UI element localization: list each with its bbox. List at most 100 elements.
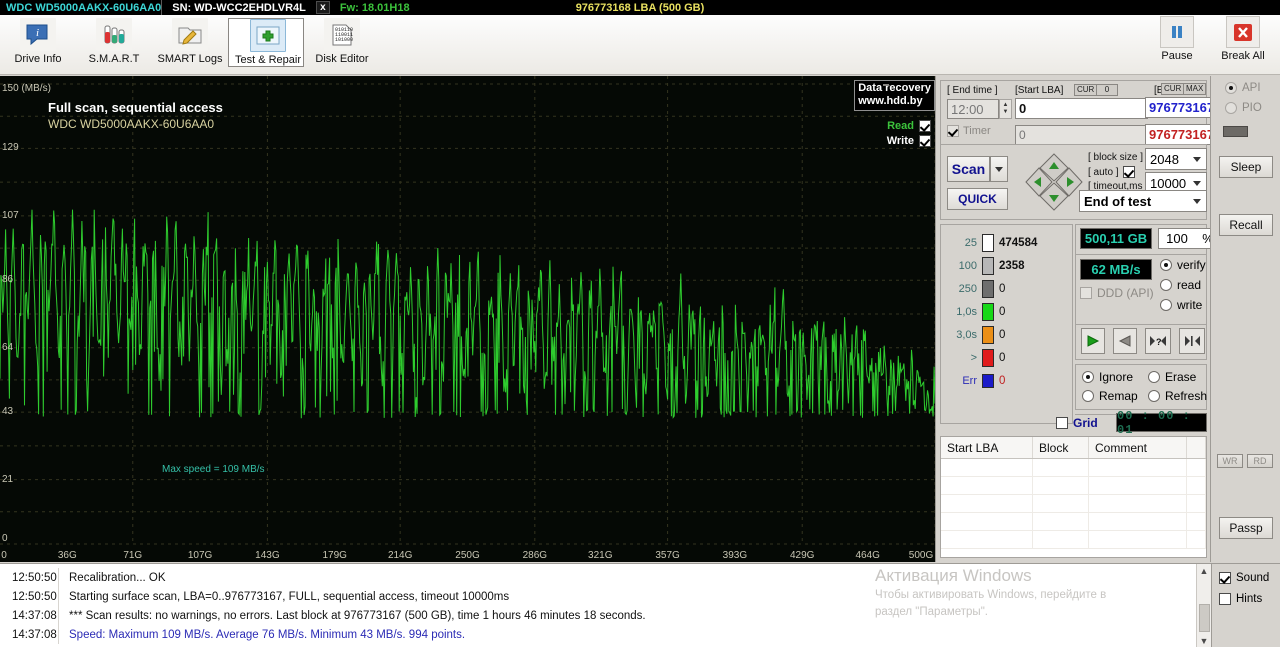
table-row[interactable] (941, 477, 1206, 495)
toolbar-label-test-repair: Test & Repair (234, 54, 302, 66)
ddd-checkbox[interactable] (1080, 287, 1092, 299)
end-lba-cur-button[interactable]: CUR (1161, 83, 1185, 95)
log-panel[interactable]: Активация Windows Чтобы активировать Win… (0, 563, 1211, 647)
toolbar-button-pause[interactable]: Pause (1144, 16, 1210, 62)
passp-button[interactable]: Passp (1219, 517, 1273, 539)
timer-checkbox[interactable] (947, 125, 959, 137)
hdd-by-logo[interactable]: Data recovery www.hdd.by (854, 80, 935, 111)
mode-verify[interactable]: verify (1160, 258, 1206, 272)
scan-dropdown-button[interactable] (990, 156, 1008, 182)
scan-graph[interactable]: 0 21 43 64 86 107 129 150 (MB/s) 0 36G 71G 107G 143… (0, 76, 935, 562)
write-radio[interactable] (1160, 299, 1172, 311)
rd-button[interactable]: RD (1247, 454, 1273, 468)
graph-x-tick: 0 (1, 550, 7, 561)
block-size-select[interactable]: 2048 (1145, 148, 1207, 170)
auto-toggle[interactable]: [ auto ] (1088, 166, 1135, 178)
seek-query-button[interactable]: ? (1145, 328, 1171, 354)
log-entry[interactable]: 14:37:08 *** Scan results: no warnings, n… (0, 606, 1211, 625)
legend-threshold: > (970, 351, 977, 364)
quick-button[interactable]: QUICK (947, 188, 1008, 210)
read-checkbox[interactable] (919, 120, 931, 132)
toolbar-button-test-repair[interactable]: Test & Repair (228, 18, 304, 67)
graph-x-tick: 286G (522, 550, 548, 561)
ddd-label: DDD (API) (1097, 286, 1154, 300)
log-entry[interactable]: 12:50:50 Starting surface scan, LBA=0..97… (0, 587, 1211, 606)
ddd-toggle[interactable]: DDD (API) (1080, 286, 1154, 300)
read-radio[interactable] (1160, 279, 1172, 291)
table-row[interactable] (941, 513, 1206, 531)
graph-x-tick: 36G (57, 550, 77, 561)
play-forward-button[interactable] (1081, 328, 1105, 354)
defect-table[interactable]: Start LBA Block Comment (940, 436, 1207, 558)
seek-end-button[interactable] (1179, 328, 1205, 354)
pio-radio[interactable] (1225, 102, 1237, 114)
toolbar-button-break-all[interactable]: Break All (1210, 16, 1276, 62)
log-divider (58, 587, 59, 606)
table-row[interactable] (941, 459, 1206, 477)
legend-swatch (982, 302, 994, 321)
api-radio[interactable] (1225, 82, 1237, 94)
write-checkbox[interactable] (919, 135, 931, 147)
legend-swatch (982, 233, 994, 252)
end-of-test-select[interactable]: End of test (1079, 190, 1207, 212)
wr-button[interactable]: WR (1217, 454, 1243, 468)
api-label: API (1242, 82, 1261, 94)
action-ignore[interactable]: Ignore (1082, 370, 1148, 384)
action-erase[interactable]: Erase (1148, 370, 1214, 384)
remap-radio[interactable] (1082, 390, 1094, 402)
read-toggle-row[interactable]: Read (887, 120, 931, 132)
ignore-radio[interactable] (1082, 371, 1094, 383)
start-lba-input[interactable]: 0 (1015, 98, 1148, 119)
mode-read[interactable]: read (1160, 278, 1206, 292)
write-toggle-row[interactable]: Write (887, 135, 931, 147)
api-radio-row[interactable]: API (1225, 82, 1261, 94)
grid-checkbox[interactable] (1056, 417, 1068, 429)
toolbar-label-break-all: Break All (1221, 50, 1265, 62)
action-refresh[interactable]: Refresh (1148, 389, 1214, 403)
play-backward-button[interactable] (1113, 328, 1137, 354)
log-entry[interactable]: 12:50:50 Recalibration... OK (0, 568, 1211, 587)
toolbar-button-drive-info[interactable]: i Drive Info (0, 18, 76, 65)
refresh-radio[interactable] (1148, 390, 1160, 402)
auto-checkbox[interactable] (1122, 166, 1135, 178)
log-entry[interactable]: 14:37:08 Speed: Maximum 109 MB/s. Average… (0, 625, 1211, 644)
legend-count: 0 (999, 282, 1006, 295)
timer-toggle[interactable]: Timer (947, 125, 991, 137)
graph-x-tick: 357G (655, 550, 680, 561)
navigation-dpad[interactable] (1022, 150, 1086, 214)
grid-toggle[interactable]: Grid (1056, 416, 1098, 430)
speed-legend-group: 25 474584 100 2358 250 0 1,0s 0 3,0s 0 >0 Err 0 (940, 224, 1073, 424)
end-lba-value: 976773167 (1149, 100, 1215, 115)
log-message: Starting surface scan, LBA=0..976773167,… (69, 590, 510, 603)
transport-buttons: ? (1081, 328, 1205, 354)
end-time-input[interactable]: 12:00 (947, 99, 999, 119)
pio-radio-row[interactable]: PIO (1225, 102, 1262, 114)
start-lba-zero-button[interactable]: 0 (1096, 84, 1118, 96)
mode-write[interactable]: write (1160, 298, 1206, 312)
scan-button[interactable]: Scan (947, 156, 990, 182)
log-entries: 12:50:50 Recalibration... OK 12:50:50 Start… (0, 564, 1211, 644)
side-controls: API PIO Sleep Recall WR RD Passp (1210, 76, 1280, 562)
smart-icon (96, 18, 132, 51)
toolbar-button-disk-editor[interactable]: 010110 110011 101000 Disk Editor (304, 18, 380, 65)
verify-radio[interactable] (1160, 259, 1172, 271)
toolbar-button-smart[interactable]: S.M.A.R.T (76, 18, 152, 65)
defect-table-body[interactable] (941, 459, 1206, 557)
sound-checkbox[interactable] (1219, 572, 1231, 584)
logo-line-1: Data recovery (858, 82, 931, 94)
graph-plot-line (0, 209, 935, 419)
sound-toggle[interactable]: Sound (1219, 572, 1280, 584)
end-time-spinner[interactable]: ▲ ▼ (999, 99, 1012, 119)
recall-button[interactable]: Recall (1219, 214, 1273, 236)
sleep-button[interactable]: Sleep (1219, 156, 1273, 178)
erase-radio[interactable] (1148, 371, 1160, 383)
table-row[interactable] (941, 531, 1206, 549)
hints-toggle[interactable]: Hints (1219, 593, 1280, 605)
start-lba-secondary-input[interactable]: 0 (1015, 125, 1148, 145)
start-lba-cur-button[interactable]: CUR (1074, 84, 1098, 96)
end-lba-max-button[interactable]: MAX (1183, 83, 1207, 95)
toolbar-button-smart-logs[interactable]: SMART Logs (152, 18, 228, 65)
action-remap[interactable]: Remap (1082, 389, 1148, 403)
hints-checkbox[interactable] (1219, 593, 1231, 605)
table-row[interactable] (941, 495, 1206, 513)
